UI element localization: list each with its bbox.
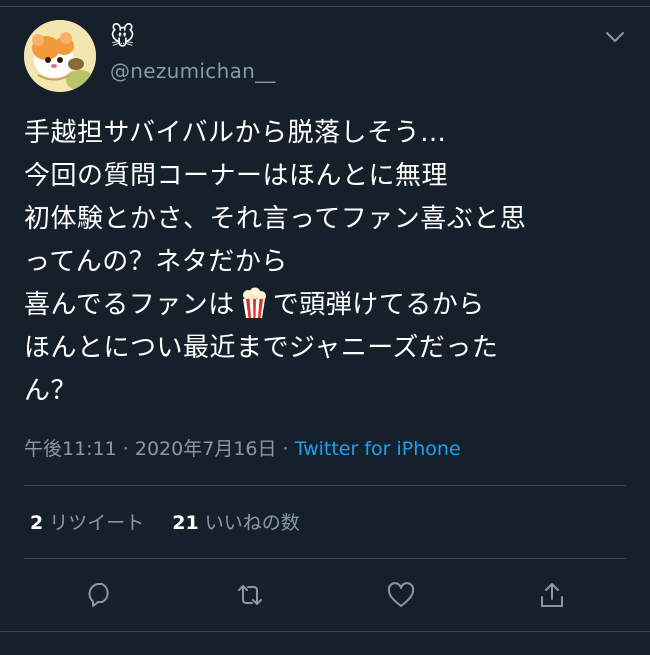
share-icon[interactable] bbox=[537, 580, 567, 610]
tweet-line: 手越担サバイバルから脱落しそう… bbox=[24, 118, 447, 148]
retweet-count: 2 bbox=[30, 512, 44, 534]
like-label: いいねの数 bbox=[204, 512, 300, 534]
bottom-divider bbox=[0, 631, 650, 632]
tweet-line: ってんの？ネタだから bbox=[24, 247, 288, 277]
engagement-stats: 2 リツイート 21 いいねの数 bbox=[30, 510, 300, 536]
like-stat[interactable]: 21 いいねの数 bbox=[172, 512, 299, 534]
timestamp[interactable]: 午後11:11 · 2020年7月16日 · bbox=[24, 438, 289, 460]
chevron-down-icon[interactable] bbox=[604, 28, 626, 46]
top-divider bbox=[0, 6, 650, 7]
tweet-line: ん？ bbox=[24, 376, 78, 406]
display-name[interactable]: 🐭 bbox=[110, 22, 135, 52]
heart-icon[interactable] bbox=[386, 580, 416, 610]
tweet-line: 喜んでるファンは で頭弾けてるから bbox=[24, 284, 624, 327]
retweet-stat[interactable]: 2 リツイート bbox=[30, 512, 144, 534]
user-handle[interactable]: @nezumichan__ bbox=[110, 58, 276, 84]
tweet-line-start: 喜んでるファンは bbox=[24, 290, 235, 320]
tweet-meta: 午後11:11 · 2020年7月16日 · Twitter for iPhon… bbox=[24, 436, 461, 462]
tweet-text: 手越担サバイバルから脱落しそう… 今回の質問コーナーはほんとに無理 初体験とかさ… bbox=[24, 112, 624, 413]
tweet-line: 今回の質問コーナーはほんとに無理 bbox=[24, 161, 449, 191]
reply-icon[interactable] bbox=[85, 580, 115, 610]
like-count: 21 bbox=[172, 512, 199, 534]
source-link[interactable]: Twitter for iPhone bbox=[295, 438, 461, 460]
retweet-label: リツイート bbox=[49, 512, 145, 534]
divider bbox=[24, 485, 626, 486]
tweet-line: 初体験とかさ、それ言ってファン喜ぶと思 bbox=[24, 204, 527, 234]
tweet-line-end: で頭弾けてるから bbox=[272, 290, 485, 320]
popcorn-icon bbox=[239, 287, 269, 319]
avatar[interactable] bbox=[24, 20, 96, 92]
retweet-icon[interactable] bbox=[235, 580, 265, 610]
divider bbox=[24, 558, 626, 559]
tweet-line: ほんとについ最近までジャニーズだった bbox=[24, 333, 499, 363]
